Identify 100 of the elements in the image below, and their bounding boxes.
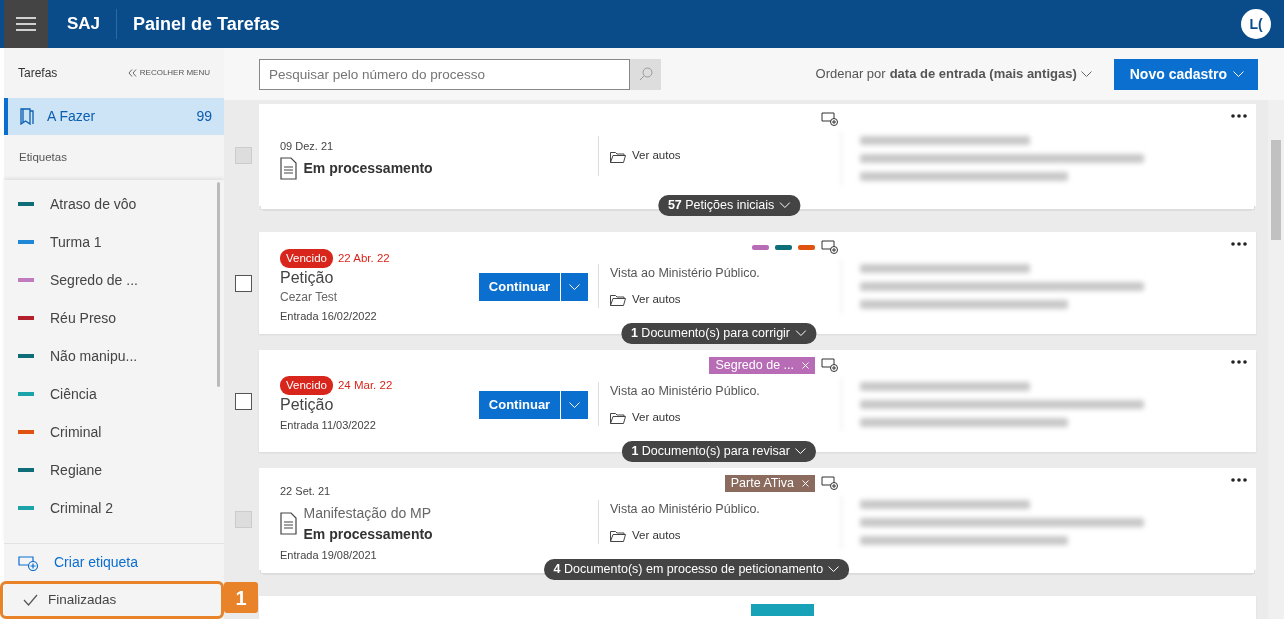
close-icon[interactable] (802, 361, 809, 369)
tag-chip[interactable]: Parte ATiva (724, 474, 815, 492)
document-icon (280, 512, 297, 536)
section-heading: Tarefas (18, 65, 58, 82)
task-title: Petição (280, 268, 335, 289)
chevron-down-icon (795, 330, 807, 338)
label-item[interactable]: Ciência (4, 375, 224, 414)
view-records-link[interactable]: Ver autos (610, 147, 827, 165)
entry-date: 09 Dez. 21 (280, 138, 335, 154)
task-note: Vista ao Ministério Público. (610, 383, 761, 400)
sort-dropdown[interactable]: Ordenar por data de entrada (mais antigas) (809, 63, 1098, 85)
label-name: Turma 1 (50, 232, 102, 252)
document-count-pill[interactable]: 57 Petições iniciais (657, 195, 801, 216)
chevron-down-icon (794, 448, 806, 456)
new-record-button[interactable]: Novo cadastro (1113, 58, 1258, 90)
finished-item[interactable]: Finalizadas (0, 581, 224, 619)
view-records-link[interactable]: Ver autos (610, 408, 827, 426)
scrollbar-thumb[interactable] (217, 182, 220, 388)
entry-date: Entrada 16/02/2022 (280, 309, 378, 325)
more-button[interactable] (1231, 242, 1247, 246)
continue-button[interactable]: Continuar (479, 391, 560, 419)
document-count-pill[interactable]: 1 Documento(s) para corrigir (620, 323, 817, 344)
entry-date: Entrada 19/08/2021 (280, 547, 378, 563)
label-item[interactable]: Não manipu... (4, 337, 224, 376)
inbox-item[interactable]: A Fazer 99 (4, 98, 224, 135)
page-title: Painel de Tarefas (133, 12, 280, 36)
tag-chip[interactable]: Segredo de ... (709, 356, 815, 374)
check-icon (23, 594, 38, 606)
chevron-down-icon (779, 202, 791, 210)
chevron-down-icon (828, 566, 840, 574)
checkbox[interactable] (235, 274, 252, 292)
add-label-icon[interactable] (821, 240, 838, 254)
label-name: Atraso de vôo (50, 194, 137, 214)
more-button[interactable] (1231, 360, 1247, 364)
label-name: Regiane (50, 460, 103, 480)
view-records-link[interactable]: Ver autos (610, 290, 827, 308)
chevron-down-icon (569, 283, 580, 291)
overdue-badge: Vencido (280, 376, 333, 396)
document-icon (280, 157, 297, 181)
overdue-badge: Vencido (280, 249, 333, 269)
task-author: Cezar Test (280, 289, 339, 307)
continue-button[interactable]: Continuar (479, 273, 560, 301)
label-name: Não manipu... (50, 346, 138, 366)
user-avatar[interactable]: L( (1241, 9, 1271, 39)
label-name: Réu Preso (50, 308, 117, 328)
label-name: Ciência (50, 384, 97, 404)
count-label: 99 (196, 107, 212, 126)
add-label-icon (18, 554, 39, 571)
tag-label: Parte ATiva (730, 474, 794, 492)
task-title: Petição (280, 395, 335, 416)
menu-button[interactable] (4, 0, 48, 48)
due-date: 22 Abr. 22 (337, 251, 390, 267)
view-records-link[interactable]: Ver autos (610, 526, 827, 544)
tag-label: Segredo de ... (715, 356, 794, 374)
search-icon (638, 67, 653, 81)
more-icon (1231, 114, 1247, 118)
entry-date: 22 Set. 21 (280, 483, 332, 499)
label-item[interactable]: Réu Preso (4, 299, 224, 338)
folder-icon (610, 149, 626, 163)
due-date: 24 Mar. 22 (337, 378, 393, 394)
close-icon[interactable] (802, 479, 809, 487)
menu-icon (16, 17, 36, 31)
checkbox[interactable] (235, 392, 252, 410)
double-chevron-icon (127, 69, 137, 77)
more-icon (1231, 242, 1247, 246)
label-item[interactable]: Criminal (4, 413, 224, 452)
label-name: Criminal 2 (50, 498, 113, 518)
label-name: Criminal (50, 422, 102, 442)
status-label: Em processamento (303, 524, 433, 544)
chevron-down-icon (569, 401, 580, 409)
add-label-icon[interactable] (821, 358, 838, 372)
add-label-icon[interactable] (821, 476, 838, 490)
search-field[interactable]: Pesquisar pelo número do processo (259, 58, 630, 90)
scrollbar[interactable] (1268, 100, 1284, 619)
inbox-label: A Fazer (47, 107, 96, 126)
label-item[interactable]: Regiane (4, 451, 224, 490)
label-item[interactable]: Turma 1 (4, 223, 224, 262)
status-label: Em processamento (303, 159, 433, 179)
section-heading: Etiquetas (18, 150, 68, 165)
folder-icon (610, 292, 626, 306)
document-count-pill[interactable]: 1 Documento(s) para revisar (621, 441, 816, 462)
label-item[interactable]: Atraso de vôo (4, 185, 224, 224)
add-label-icon[interactable] (821, 112, 838, 126)
document-count-pill[interactable]: 4 Documento(s) em processo de peticionamento (543, 559, 850, 580)
more-button[interactable] (1231, 114, 1247, 118)
task-note: Vista ao Ministério Público. (610, 501, 761, 518)
label-item[interactable]: Segredo de ... (4, 261, 224, 300)
collapse-menu-button[interactable]: RECOLHER MENU (127, 67, 210, 79)
bookmark-book-icon (20, 108, 34, 125)
entry-date: Entrada 11/03/2022 (280, 418, 377, 434)
dropdown-button[interactable] (560, 391, 588, 419)
label-item[interactable]: Criminal 2 (4, 489, 224, 528)
task-title: Manifestação do MP (303, 503, 433, 523)
chevron-down-icon (1233, 70, 1244, 78)
create-label-link[interactable]: Criar etiqueta (4, 543, 224, 581)
label-name: Segredo de ... (50, 270, 138, 290)
more-icon (1231, 478, 1247, 482)
more-button[interactable] (1231, 478, 1247, 482)
folder-icon (610, 410, 626, 424)
dropdown-button[interactable] (560, 273, 588, 301)
